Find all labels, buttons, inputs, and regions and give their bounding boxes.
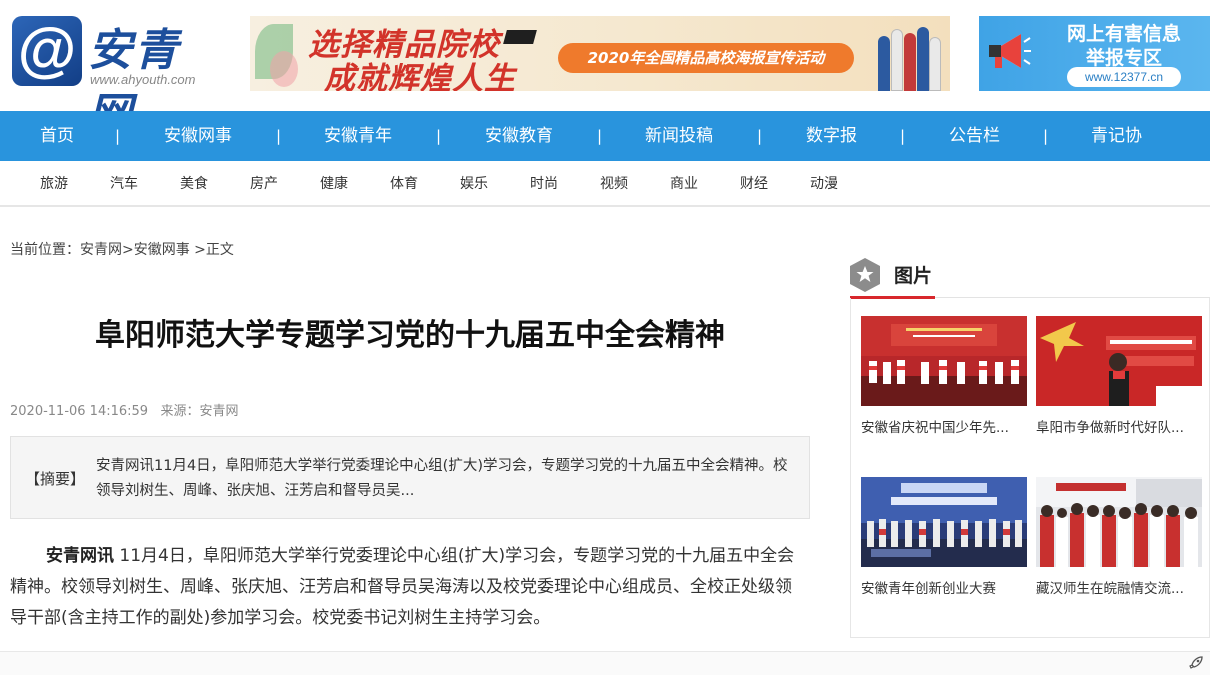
picture-thumbnail[interactable] xyxy=(861,316,1027,406)
picture-thumbnail[interactable] xyxy=(1036,316,1202,406)
star-badge-icon xyxy=(850,258,880,292)
site-logo[interactable]: @ 安青网 www.ahyouth.com xyxy=(12,16,222,140)
picture-thumbnail[interactable] xyxy=(861,477,1027,567)
ceremony-stage-image xyxy=(861,316,1027,406)
nav-item-home[interactable]: 首页 xyxy=(40,111,74,161)
breadcrumb-sep: > xyxy=(122,242,134,258)
nav-separator: | xyxy=(115,127,121,145)
category-entertainment[interactable]: 娱乐 xyxy=(460,161,488,207)
rocket-icon[interactable] xyxy=(1188,655,1204,671)
category-property[interactable]: 房产 xyxy=(250,161,278,207)
article-lead: 安青网讯 xyxy=(46,546,114,566)
logo-url: www.ahyouth.com xyxy=(90,72,196,87)
nav-item-news-submit[interactable]: 新闻投稿 xyxy=(645,111,713,161)
category-video[interactable]: 视频 xyxy=(600,161,628,207)
award-group-image xyxy=(861,477,1027,567)
megaphone-icon xyxy=(989,34,1031,68)
report-line-1: 网上有害信息 xyxy=(1066,23,1181,45)
breadcrumb-section[interactable]: 安徽网事 xyxy=(134,242,190,258)
speaker-stage-image xyxy=(1036,316,1202,406)
graduation-cap-icon xyxy=(503,30,537,44)
article-datetime: 2020-11-06 14:16:59 xyxy=(10,404,149,419)
category-anime[interactable]: 动漫 xyxy=(810,161,838,207)
nav-separator: | xyxy=(757,127,763,145)
report-url: www.12377.cn xyxy=(1067,67,1181,87)
nav-item-notice-board[interactable]: 公告栏 xyxy=(949,111,1000,161)
nav-separator: | xyxy=(900,127,906,145)
category-business[interactable]: 商业 xyxy=(670,161,698,207)
breadcrumb-prefix: 当前位置： xyxy=(10,242,80,258)
nav-separator: | xyxy=(1043,127,1049,145)
banner-subtitle: 2020年全国精品高校海报宣传活动 xyxy=(558,43,854,73)
category-fashion[interactable]: 时尚 xyxy=(530,161,558,207)
article-meta: 2020-11-06 14:16:59 来源：安青网 xyxy=(10,400,239,419)
breadcrumb-sep: > xyxy=(189,242,206,258)
banner-headline-2: 成就辉煌人生 xyxy=(324,61,516,91)
student-exchange-image xyxy=(1036,477,1202,567)
picture-thumbnail[interactable] xyxy=(1036,477,1202,567)
picture-caption[interactable]: 安徽省庆祝中国少年先... xyxy=(861,416,1027,436)
summary-text: 安青网讯11月4日，阜阳师范大学举行党委理论中心组(扩大)学习会，专题学习党的十… xyxy=(96,458,788,499)
category-health[interactable]: 健康 xyxy=(320,161,348,207)
nav-item-anhui-education[interactable]: 安徽教育 xyxy=(485,111,553,161)
site-header: @ 安青网 www.ahyouth.com 选择精品院校 成就辉煌人生 2020… xyxy=(0,0,1210,140)
picture-caption[interactable]: 藏汉师生在皖融情交流... xyxy=(1036,577,1202,597)
category-auto[interactable]: 汽车 xyxy=(110,161,138,207)
flower-decoration xyxy=(270,51,298,87)
sidebar-title: 图片 xyxy=(894,265,933,287)
picture-caption[interactable]: 安徽青年创新创业大赛 xyxy=(861,577,1027,597)
promo-banner[interactable]: 选择精品院校 成就辉煌人生 2020年全国精品高校海报宣传活动 xyxy=(250,16,950,91)
picture-caption[interactable]: 阜阳市争做新时代好队... xyxy=(1036,416,1202,436)
report-line-2: 举报专区 xyxy=(1085,47,1162,69)
article-summary: 【摘要】 安青网讯11月4日，阜阳师范大学举行党委理论中心组(扩大)学习会，专题… xyxy=(10,436,810,519)
article-paragraph: 11月4日，阜阳师范大学举行党委理论中心组(扩大)学习会，专题学习党的十九届五中… xyxy=(10,546,795,628)
category-travel[interactable]: 旅游 xyxy=(40,161,68,207)
article-source: 来源：安青网 xyxy=(160,404,239,419)
breadcrumb: 当前位置：安青网>安徽网事 >正文 xyxy=(10,239,234,259)
nav-separator: | xyxy=(276,127,282,145)
category-finance[interactable]: 财经 xyxy=(740,161,768,207)
breadcrumb-current: 正文 xyxy=(205,242,234,258)
nav-item-anhui-youth[interactable]: 安徽青年 xyxy=(324,111,392,161)
nav-separator: | xyxy=(597,127,603,145)
nav-separator: | xyxy=(436,127,442,145)
nav-item-journalists-assoc[interactable]: 青记协 xyxy=(1091,111,1142,161)
logo-at-icon: @ xyxy=(12,16,82,86)
page-footer-strip xyxy=(0,651,1210,675)
nav-item-anhui-wangshi[interactable]: 安徽网事 xyxy=(164,111,232,161)
students-illustration xyxy=(878,22,941,91)
sidebar-header: 图片 xyxy=(850,254,935,299)
breadcrumb-site[interactable]: 安青网 xyxy=(80,242,122,258)
summary-tag: 【摘要】 xyxy=(25,470,86,488)
category-food[interactable]: 美食 xyxy=(180,161,208,207)
category-nav: 旅游 汽车 美食 房产 健康 体育 娱乐 时尚 视频 商业 财经 动漫 xyxy=(0,161,1210,207)
category-sports[interactable]: 体育 xyxy=(390,161,418,207)
report-banner[interactable]: 网上有害信息 举报专区 www.12377.cn xyxy=(979,16,1210,91)
main-nav: 首页 | 安徽网事 | 安徽青年 | 安徽教育 | 新闻投稿 | 数字报 | 公… xyxy=(0,111,1210,161)
nav-item-digital-paper[interactable]: 数字报 xyxy=(806,111,857,161)
article-title: 阜阳师范大学专题学习党的十九届五中全会精神 xyxy=(95,318,725,353)
article-body: 安青网讯 11月4日，阜阳师范大学举行党委理论中心组(扩大)学习会，专题学习党的… xyxy=(10,541,805,634)
